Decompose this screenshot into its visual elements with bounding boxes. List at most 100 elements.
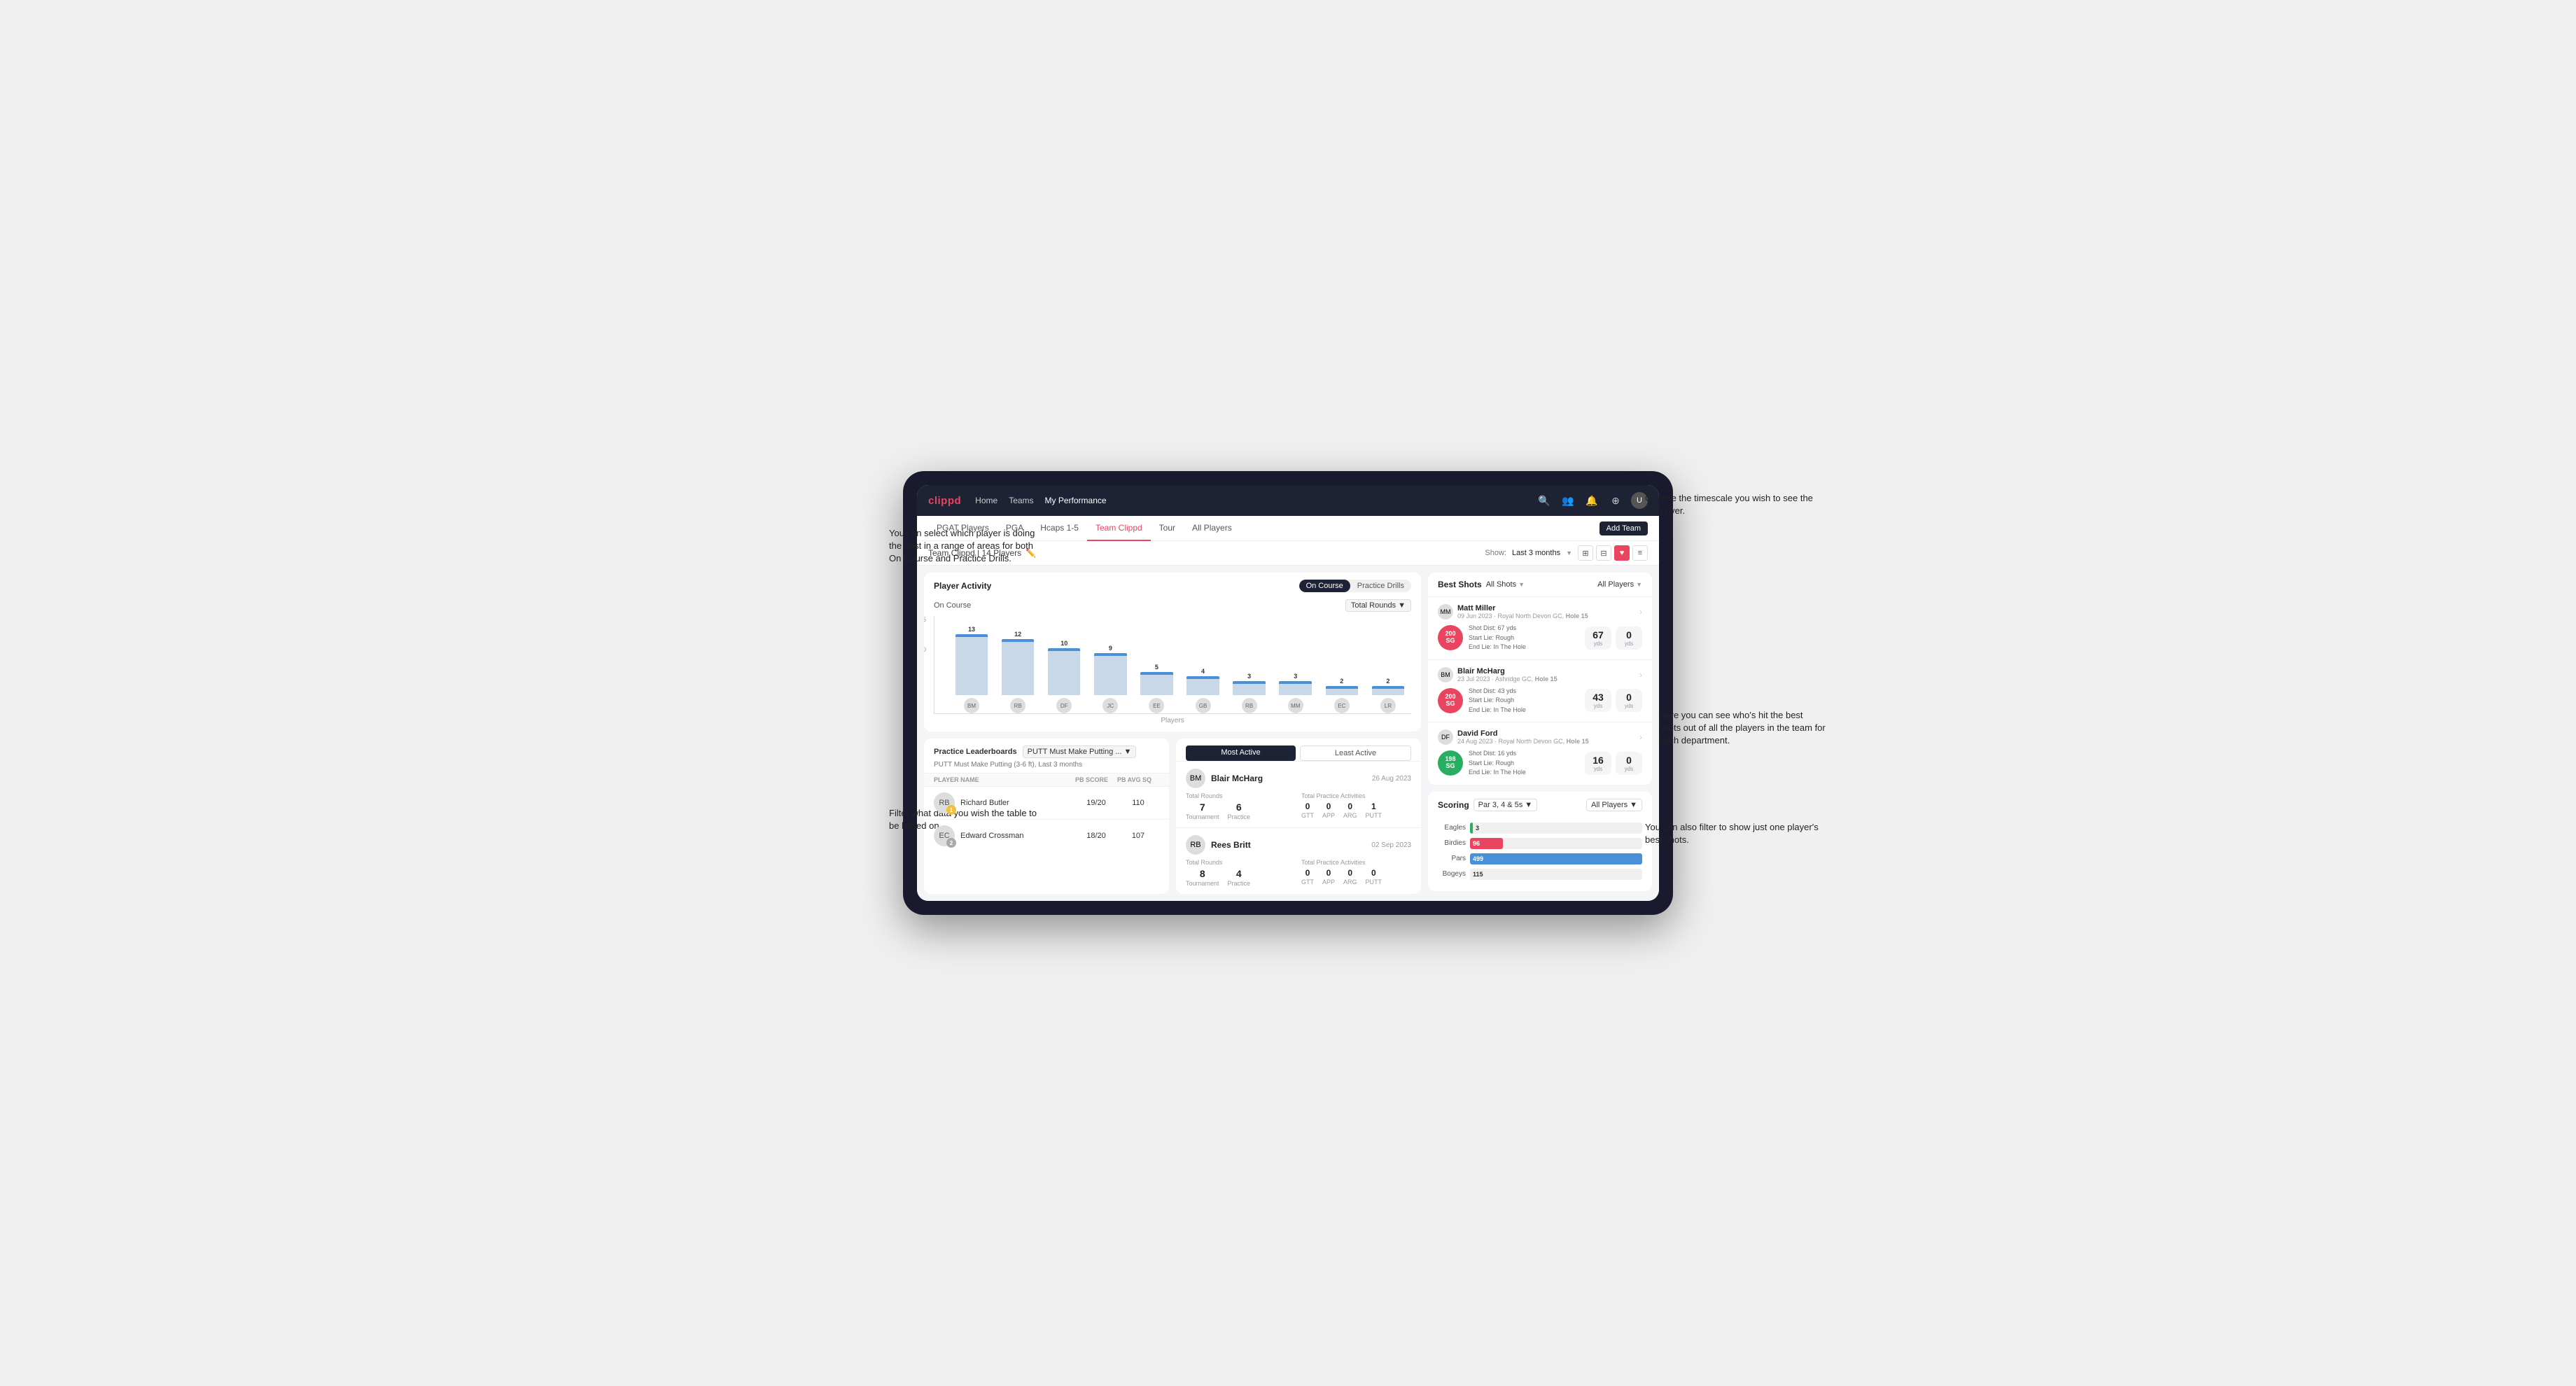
shot-metric-0-2: 0 yds <box>1616 626 1642 650</box>
best-shots-header: Best Shots All Shots ▼ All Players ▼ <box>1428 573 1652 596</box>
bar-value-8: 2 <box>1340 678 1343 685</box>
practice-label-0: Practice <box>1228 813 1251 820</box>
shot-row-2[interactable]: DF David Ford 24 Aug 2023 · Royal North … <box>1428 722 1652 785</box>
on-course-tab[interactable]: On Course <box>1299 580 1350 592</box>
sub-nav-all-players[interactable]: All Players <box>1184 516 1240 541</box>
bar-value-6: 3 <box>1247 673 1251 680</box>
gtt-stat-0: 0 GTT <box>1301 802 1314 819</box>
practice-drills-tab[interactable]: Practice Drills <box>1350 580 1411 592</box>
plus-circle-icon[interactable]: ⊕ <box>1607 492 1624 509</box>
bell-icon[interactable]: 🔔 <box>1583 492 1600 509</box>
bar-group-8: 2 EC <box>1322 678 1362 713</box>
nav-link-my-performance[interactable]: My Performance <box>1045 496 1107 505</box>
bar-8 <box>1326 686 1358 695</box>
show-label: Show: <box>1485 549 1506 557</box>
active-player-avatar-0: BM <box>1186 769 1205 788</box>
show-chevron-icon[interactable]: ▼ <box>1566 550 1572 556</box>
bar-group-2: 10 DF <box>1044 640 1084 713</box>
lb-dropdown-label: PUTT Must Make Putting ... <box>1028 748 1122 756</box>
gtt-label-0: GTT <box>1301 812 1314 819</box>
shot-row-1[interactable]: BM Blair McHarg 23 Jul 2023 · Ashridge G… <box>1428 659 1652 722</box>
nav-link-teams[interactable]: Teams <box>1009 496 1033 505</box>
bar-5 <box>1186 676 1219 695</box>
nav-link-home[interactable]: Home <box>975 496 997 505</box>
player-activity-header: Player Activity On Course Practice Drill… <box>924 573 1421 599</box>
scoring-bar-fill-pars: 499 <box>1470 853 1642 864</box>
lb-subtitle: PUTT Must Make Putting (3-6 ft), Last 3 … <box>934 761 1159 769</box>
lb-col-pb-avgsq: PB AVG SQ <box>1117 776 1159 783</box>
bar-highlight-3 <box>1094 653 1126 656</box>
search-icon[interactable]: 🔍 <box>1536 492 1553 509</box>
tournament-stat-1: 8 Tournament <box>1186 868 1219 887</box>
sub-nav-team-clippd[interactable]: Team Clippd <box>1087 516 1151 541</box>
best-shots-filter1[interactable]: All Shots ▼ <box>1486 580 1525 589</box>
scoring-bar-track-eagles: 3 <box>1470 822 1642 834</box>
best-shots-filter2[interactable]: All Players ▼ <box>1597 580 1642 589</box>
shot-metric-val-2-2: 0 <box>1626 755 1632 766</box>
shot-badge-1: 200 SG <box>1438 688 1463 713</box>
y-label-0: 0 <box>924 706 926 713</box>
shot-course-0: 09 Jun 2023 · Royal North Devon GC, Hole… <box>1457 612 1635 620</box>
shot-metric-val-1-1: 43 <box>1592 692 1604 703</box>
bar-1 <box>1002 639 1034 695</box>
scoring-label-bogeys: Bogeys <box>1438 870 1466 878</box>
players-label: Players <box>934 717 1411 724</box>
active-player-card-0: BM Blair McHarg 26 Aug 2023 Total Rounds <box>1176 761 1421 827</box>
scoring-bar-row-pars: Pars 499 <box>1438 853 1642 864</box>
bar-group-9: 2 LR <box>1368 678 1408 713</box>
app-stat-1: 0 APP <box>1322 868 1335 886</box>
bar-highlight-2 <box>1048 648 1080 651</box>
view-grid4-button[interactable]: ⊞ <box>1578 545 1593 561</box>
annotation-top-left: You can select which player is doing the… <box>889 527 1043 566</box>
shot-info-0: Shot Dist: 67 yds Start Lie: Rough End L… <box>1469 624 1579 652</box>
shot-avatar-1: BM <box>1438 667 1453 682</box>
bar-value-4: 5 <box>1155 664 1158 671</box>
shot-row-0[interactable]: MM Matt Miller 09 Jun 2023 · Royal North… <box>1428 596 1652 659</box>
annotation-top-right: Choose the timescale you wish to see the… <box>1645 492 1813 517</box>
putt-stat-1: 0 PUTT <box>1366 868 1382 886</box>
bar-group-4: 5 EE <box>1136 664 1177 713</box>
right-column: Best Shots All Shots ▼ All Players ▼ <box>1428 573 1652 894</box>
most-active-tab[interactable]: Most Active <box>1186 746 1296 761</box>
best-shots-filter1-label: All Shots <box>1486 580 1516 589</box>
add-team-button[interactable]: Add Team <box>1600 522 1648 536</box>
putt-stat-0: 1 PUTT <box>1366 802 1382 819</box>
bar-highlight-8 <box>1326 686 1358 689</box>
shot-metric-val-0-1: 67 <box>1592 629 1604 640</box>
view-list-button[interactable]: ≡ <box>1632 545 1648 561</box>
lb-dropdown[interactable]: PUTT Must Make Putting ... ▼ <box>1023 746 1137 758</box>
sub-nav-tour[interactable]: Tour <box>1151 516 1184 541</box>
bar-highlight-7 <box>1279 681 1311 684</box>
shot-metric-val-2-1: 16 <box>1592 755 1604 766</box>
best-shots-card: Best Shots All Shots ▼ All Players ▼ <box>1428 573 1652 785</box>
shot-avatar-0: MM <box>1438 604 1453 620</box>
scoring-filter2-chevron-icon: ▼ <box>1630 801 1637 809</box>
least-active-tab[interactable]: Least Active <box>1300 746 1411 761</box>
active-player-name-0: Blair McHarg <box>1211 774 1263 783</box>
scoring-filter2[interactable]: All Players ▼ <box>1586 799 1642 811</box>
bar-0 <box>955 634 988 695</box>
leaderboard-header: Practice Leaderboards PUTT Must Make Put… <box>924 738 1169 774</box>
chart-filter-button[interactable]: Total Rounds ▼ <box>1345 599 1411 612</box>
gtt-label-1: GTT <box>1301 878 1314 886</box>
people-icon[interactable]: 👥 <box>1560 492 1576 509</box>
bar-value-0: 13 <box>968 626 975 633</box>
shot-player-name-2: David Ford <box>1457 729 1635 738</box>
bar-value-7: 3 <box>1294 673 1297 680</box>
total-rounds-label-0: Total Rounds <box>1186 792 1296 799</box>
main-content: Player Activity On Course Practice Drill… <box>917 566 1659 901</box>
tournament-val-0: 7 <box>1200 802 1205 813</box>
total-rounds-group-1: Total Rounds 8 Tournament 4 <box>1186 859 1296 887</box>
view-grid2-button[interactable]: ⊟ <box>1596 545 1611 561</box>
bar-avatar-1: RB <box>1010 698 1026 713</box>
show-value[interactable]: Last 3 months <box>1512 549 1560 557</box>
scoring-filter1[interactable]: Par 3, 4 & 5s ▼ <box>1474 799 1537 811</box>
bar-highlight-6 <box>1233 681 1265 684</box>
bar-avatar-3: JC <box>1102 698 1118 713</box>
view-heart-button[interactable]: ♥ <box>1614 545 1630 561</box>
shot-metric-label-1-1: yds <box>1594 703 1602 709</box>
practice-activities-label-1: Total Practice Activities <box>1301 859 1411 866</box>
logo: clippd <box>928 495 961 507</box>
scoring-title: Scoring <box>1438 800 1469 810</box>
scoring-label-eagles: Eagles <box>1438 824 1466 832</box>
